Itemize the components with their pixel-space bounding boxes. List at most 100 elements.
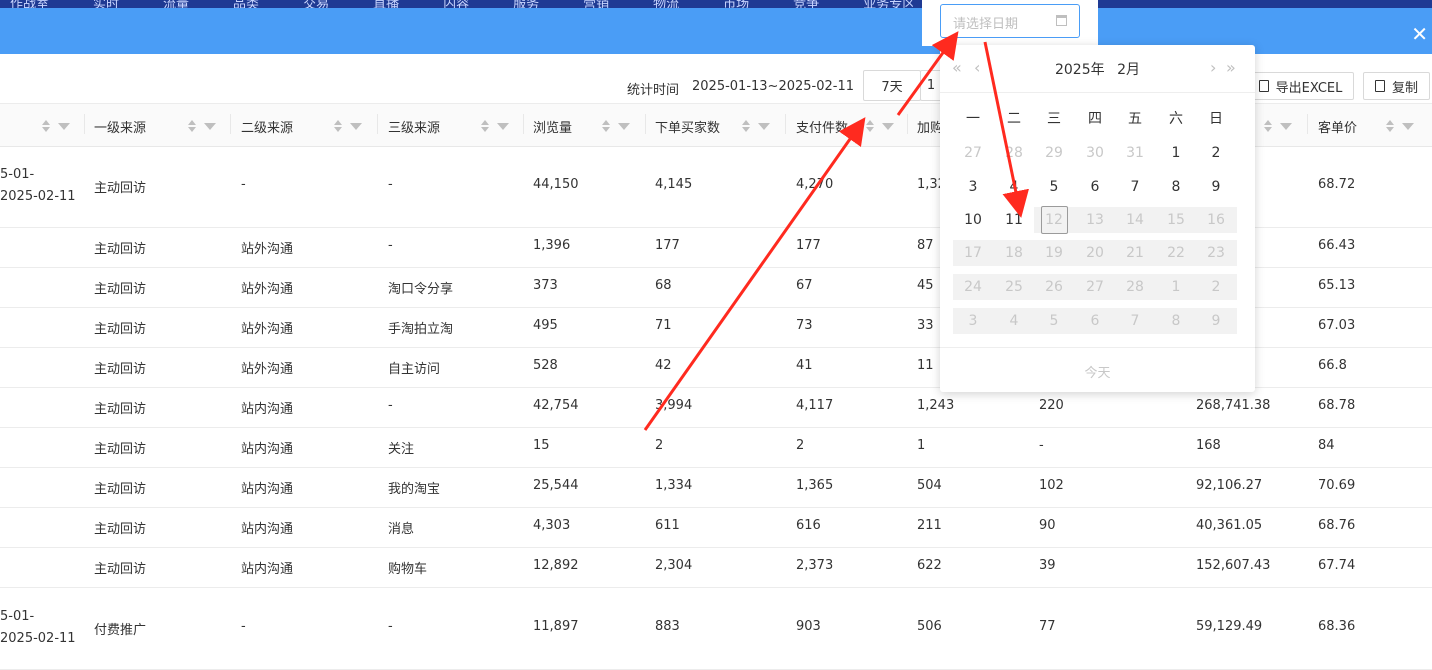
calendar-day[interactable]: 28 [994, 140, 1034, 166]
calendar-day: 21 [1126, 245, 1144, 261]
sort-icon[interactable] [481, 120, 489, 132]
top-nav-item[interactable]: 交易 [303, 0, 329, 8]
top-nav-item[interactable]: 直播 [373, 0, 399, 8]
col-tools-col9[interactable] [1264, 120, 1292, 135]
col-tools-pageviews[interactable] [602, 120, 630, 135]
calendar-day: 1 [1171, 279, 1181, 295]
col-tools-source1[interactable] [188, 120, 216, 135]
range-7d-button[interactable]: 7天 [863, 70, 921, 101]
sort-icon[interactable] [1386, 120, 1394, 132]
date-col-tools[interactable] [42, 120, 70, 135]
calendar-day[interactable]: 29 [1034, 140, 1074, 166]
calendar-day[interactable]: 10 [953, 207, 993, 233]
calendar-icon[interactable] [1056, 15, 1067, 26]
table-cell: 站外沟通 [241, 362, 294, 377]
top-nav-item[interactable]: 内容 [443, 0, 469, 8]
filter-icon[interactable] [58, 123, 70, 130]
calendar-day: 9 [1211, 313, 1221, 329]
calendar-day[interactable]: 11 [994, 207, 1034, 233]
calendar-day: 24 [964, 279, 982, 295]
filter-icon[interactable] [350, 123, 362, 130]
weekday-header: 二 [1007, 111, 1021, 127]
sort-icon[interactable] [602, 120, 610, 132]
calendar-day[interactable]: 4 [994, 174, 1034, 200]
sort-icon[interactable] [42, 120, 50, 132]
top-nav-item[interactable]: 品类 [233, 0, 259, 8]
table-row[interactable]: 主动回访 站内沟通 购物车 12,892 2,304 2,373 622 39 152,607.… [0, 547, 1432, 588]
table-cell: 528 [533, 358, 558, 373]
top-nav-item[interactable]: 流量 [163, 0, 189, 8]
table-cell: 我的淘宝 [388, 482, 441, 497]
table-cell: 373 [533, 278, 558, 293]
top-nav-item[interactable]: 服务 [513, 0, 539, 8]
table-row[interactable]: 主动回访 站内沟通 - 42,754 3,994 4,117 1,243 220 268,741… [0, 387, 1432, 428]
filter-icon[interactable] [882, 123, 894, 130]
calendar-day[interactable]: 31 [1115, 140, 1155, 166]
calendar-day[interactable]: 8 [1156, 174, 1196, 200]
copy-icon [1374, 80, 1385, 92]
table-cell: 68.78 [1318, 398, 1356, 413]
column-divider [785, 114, 786, 134]
datepicker-year[interactable]: 2025年 [1055, 62, 1105, 78]
filter-icon[interactable] [497, 123, 509, 130]
calendar-day[interactable]: 27 [953, 140, 993, 166]
table-row[interactable]: 主动回访 站内沟通 消息 4,303 611 616 211 90 40,361.05 68.76 [0, 507, 1432, 548]
col-tools-buyers[interactable] [742, 120, 770, 135]
calendar-day[interactable]: 2 [1196, 140, 1236, 166]
table-row[interactable]: 5-01- 2025-02-11 付费推广 - - 11,897 883 903 506 77 59… [0, 587, 1432, 670]
top-nav-item[interactable]: 业务专区 [863, 0, 915, 8]
next-month-icon[interactable]: › [1210, 58, 1216, 77]
filter-icon[interactable] [618, 123, 630, 130]
table-cell: 68 [655, 278, 672, 293]
top-nav-item[interactable]: 物流 [653, 0, 679, 8]
table-cell: 211 [917, 518, 942, 533]
calendar-day: 16 [1207, 212, 1225, 228]
calendar-day[interactable]: 5 [1034, 174, 1074, 200]
export-excel-button[interactable]: 导出EXCEL [1247, 72, 1354, 100]
next-year-icon[interactable]: » [1226, 58, 1236, 77]
calendar-day[interactable]: 1 [1156, 140, 1196, 166]
table-cell: 关注 [388, 442, 415, 457]
date-line: 5-01- [0, 167, 35, 182]
calendar-day: 18 [1005, 245, 1023, 261]
copy-label: 复制 [1391, 80, 1418, 96]
today-button[interactable]: 今天 [940, 362, 1255, 381]
col-header-source1: 一级来源 [94, 121, 147, 136]
datepicker-month[interactable]: 2月 [1117, 62, 1140, 78]
range-option-button[interactable]: 1 [920, 70, 942, 101]
date-input[interactable]: 请选择日期 [940, 4, 1080, 38]
date-line: 5-01- [0, 609, 35, 624]
table-cell: 495 [533, 318, 558, 333]
calendar-day[interactable]: 30 [1075, 140, 1115, 166]
table-row[interactable]: 主动回访 站内沟通 我的淘宝 25,544 1,334 1,365 504 102 92,106… [0, 467, 1432, 508]
sort-icon[interactable] [1264, 120, 1272, 132]
calendar-day[interactable]: 9 [1196, 174, 1236, 200]
col-tools-source2[interactable] [334, 120, 362, 135]
table-cell: 1,365 [796, 478, 834, 493]
copy-button[interactable]: 复制 [1363, 72, 1430, 100]
top-nav-item[interactable]: 营销 [583, 0, 609, 8]
calendar-day[interactable]: 6 [1075, 174, 1115, 200]
table-cell: 主动回访 [94, 522, 147, 537]
close-icon[interactable]: ✕ [1411, 24, 1428, 44]
table-cell: 12,892 [533, 558, 579, 573]
top-nav-item[interactable]: 实时 [93, 0, 119, 8]
top-nav-item[interactable]: 市场 [723, 0, 749, 8]
sort-icon[interactable] [742, 120, 750, 132]
calendar-day[interactable]: 3 [953, 174, 993, 200]
filter-icon[interactable] [204, 123, 216, 130]
table-cell: 主动回访 [94, 442, 147, 457]
table-row[interactable]: 主动回访 站内沟通 关注 15 2 2 1 - 168 84 [0, 427, 1432, 468]
sort-icon[interactable] [188, 120, 196, 132]
filter-icon[interactable] [1402, 123, 1414, 130]
sort-icon[interactable] [866, 120, 874, 132]
top-nav-item[interactable]: 竞争 [793, 0, 819, 8]
top-nav-item[interactable]: 作战室 [10, 0, 49, 8]
col-tools-source3[interactable] [481, 120, 509, 135]
calendar-day[interactable]: 7 [1115, 174, 1155, 200]
sort-icon[interactable] [334, 120, 342, 132]
col-tools-unit-price[interactable] [1386, 120, 1414, 135]
col-tools-paid-items[interactable] [866, 120, 894, 135]
filter-icon[interactable] [1280, 123, 1292, 130]
filter-icon[interactable] [758, 123, 770, 130]
